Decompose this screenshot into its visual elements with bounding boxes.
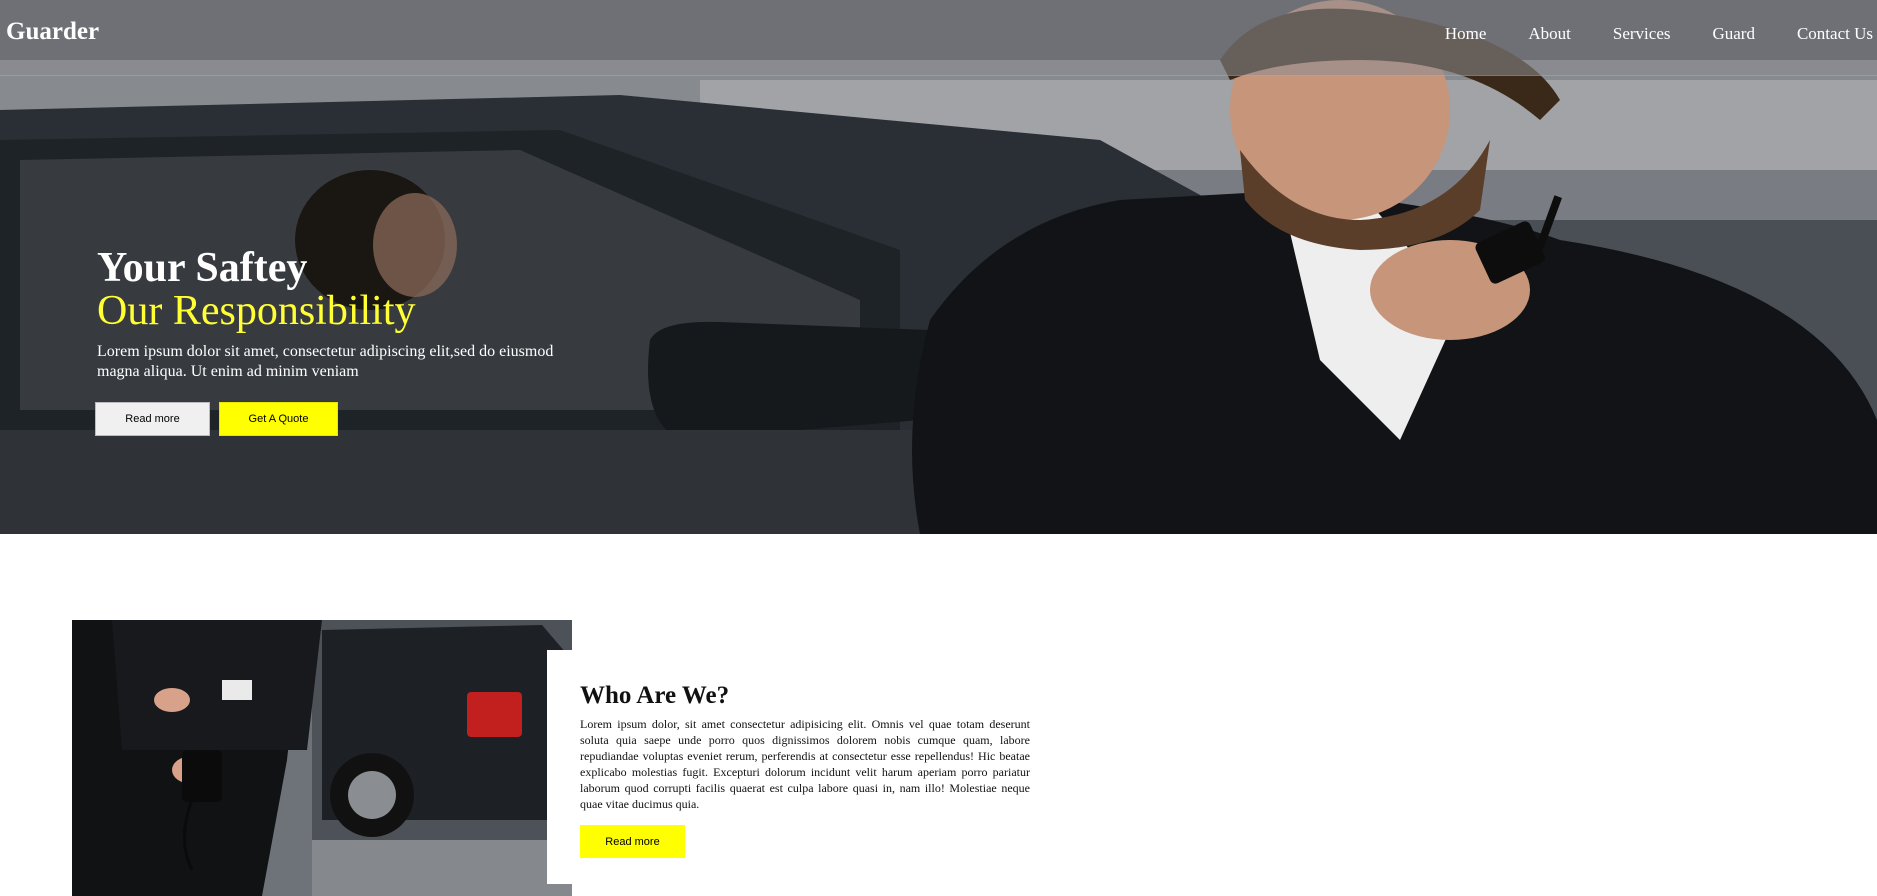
main-nav: Home About Services Guard Contact Us [1403,24,1873,44]
hero-subtitle: Our Responsibility [97,288,416,334]
nav-services[interactable]: Services [1613,24,1671,44]
hero-description: Lorem ipsum dolor sit amet, consectetur … [97,343,554,380]
get-a-quote-button[interactable]: Get A Quote [219,402,338,436]
who-are-we-card: Who Are We? Lorem ipsum dolor, sit amet … [547,650,1037,884]
who-image [72,620,572,896]
nav-home[interactable]: Home [1445,24,1487,44]
hero-read-more-button[interactable]: Read more [95,402,210,436]
who-description: Lorem ipsum dolor, sit amet consectetur … [580,717,1030,811]
nav-guard[interactable]: Guard [1712,24,1754,44]
navbar: Guarder Home About Services Guard Contac… [0,0,1877,76]
hero-section: Guarder Home About Services Guard Contac… [0,0,1877,534]
guard-back-image [72,620,572,896]
hero-buttons: Read more Get A Quote [95,402,338,436]
who-title: Who Are We? [580,682,730,709]
hero-text: Your Saftey Our Responsibility Lorem ips… [97,246,617,382]
hero-title: Your Saftey [97,245,308,291]
brand-logo[interactable]: Guarder [6,18,99,46]
nav-contact-us[interactable]: Contact Us [1797,24,1873,44]
who-read-more-button[interactable]: Read more [580,825,685,858]
nav-about[interactable]: About [1528,24,1571,44]
